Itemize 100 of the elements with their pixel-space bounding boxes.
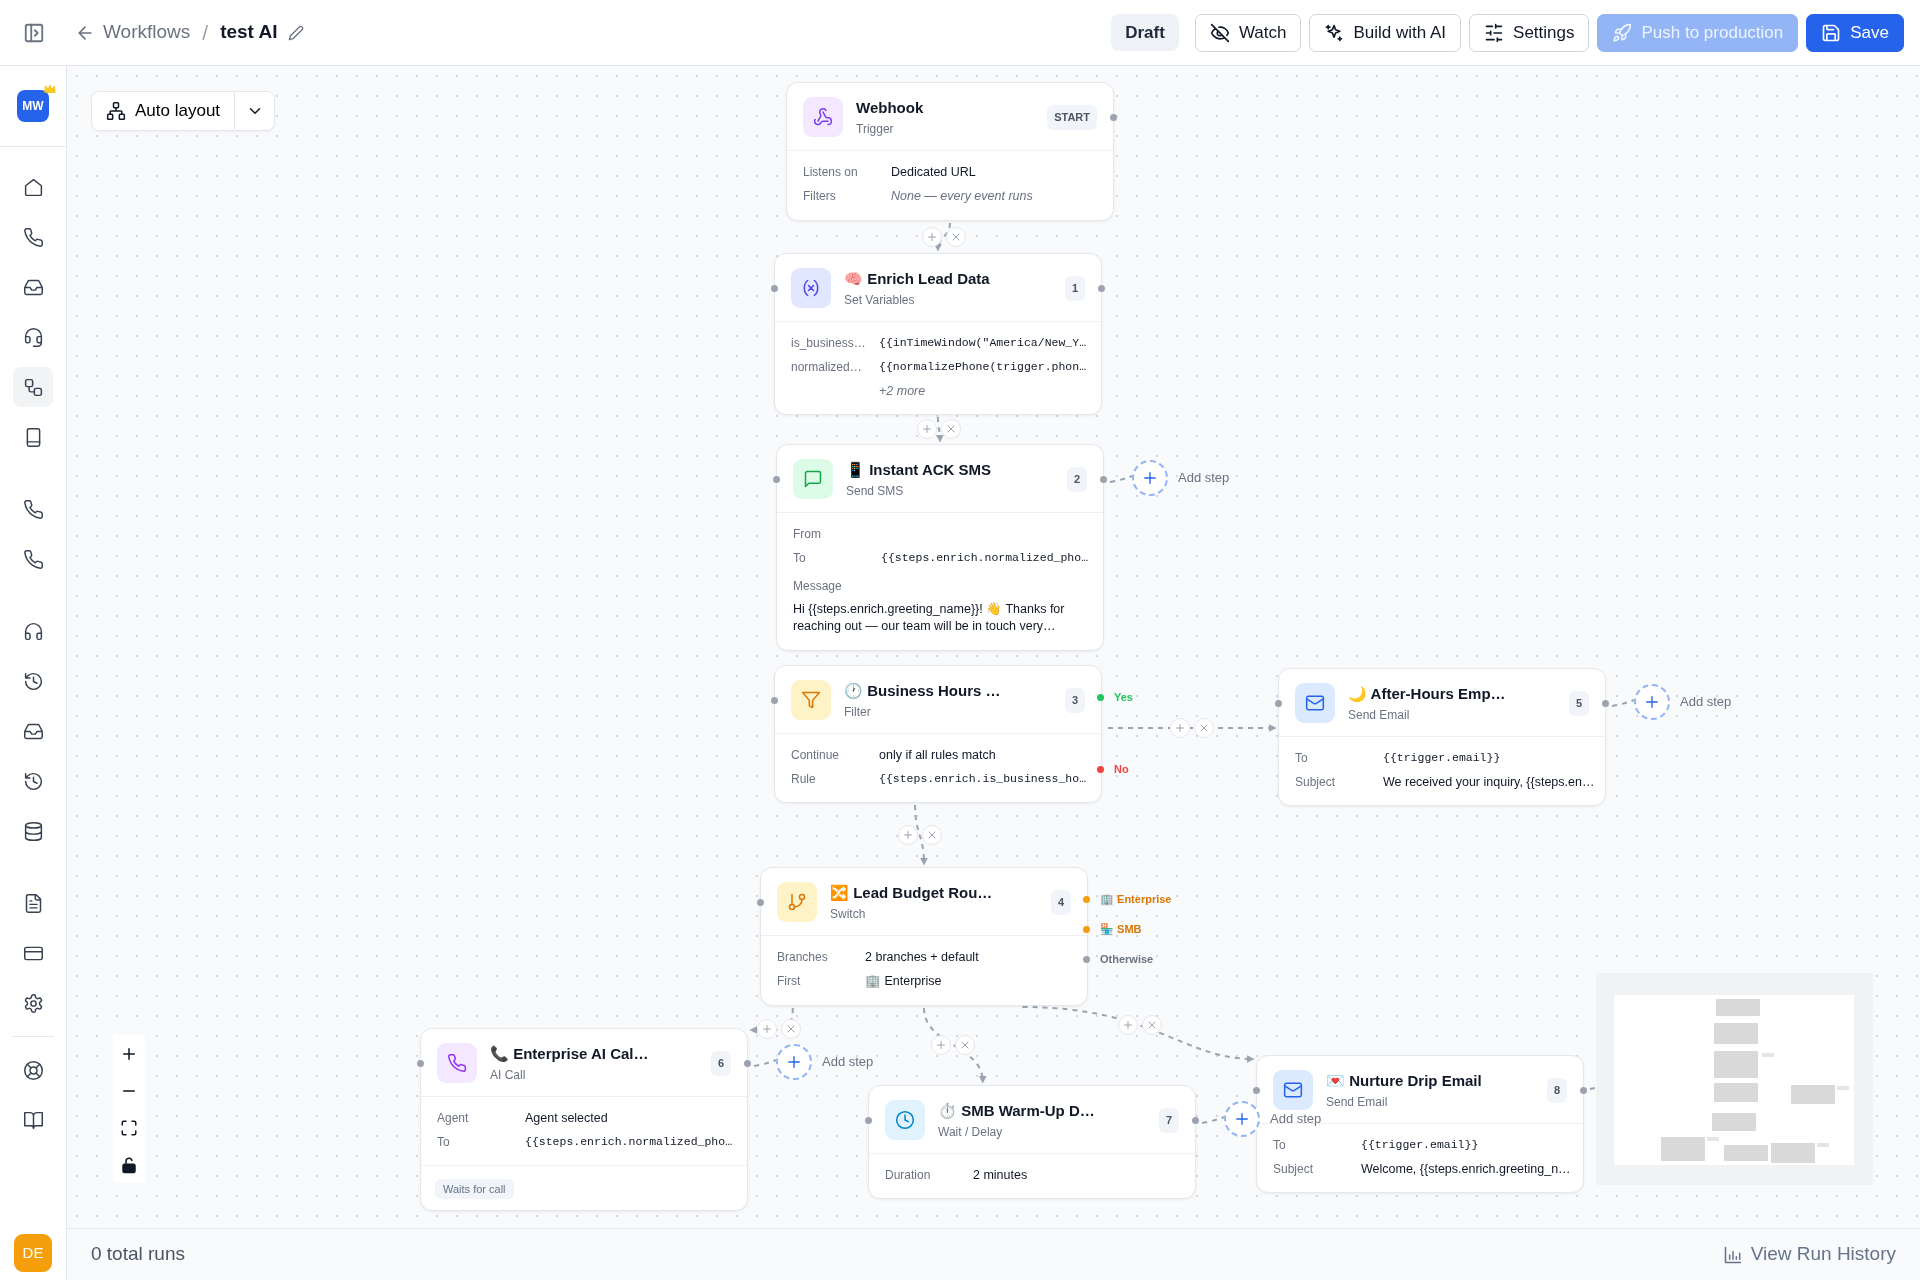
branch-icon xyxy=(777,882,817,923)
fullscreen-icon[interactable] xyxy=(120,1118,138,1137)
node-title: 🌙 After-Hours Emp… xyxy=(1348,684,1507,704)
connection-handle[interactable] xyxy=(1192,1117,1199,1124)
node-type-label: Wait / Delay xyxy=(938,1123,1004,1141)
connection-handle[interactable] xyxy=(1098,285,1105,292)
watch-button[interactable]: Watch xyxy=(1194,13,1302,52)
add-step-button[interactable]: Add step xyxy=(776,1044,874,1080)
connector-arrow[interactable] xyxy=(923,1007,986,1084)
plus-icon[interactable] xyxy=(1233,1110,1251,1128)
workflow-node-card[interactable]: ⏱ SMB Warm-Up D… Wait / Delay 7 Duration 2 minutes xyxy=(868,1085,1196,1200)
connection-handle[interactable] xyxy=(1253,1087,1260,1094)
add-step-button[interactable]: Add step xyxy=(1634,684,1732,720)
connection-handle[interactable] xyxy=(757,899,764,906)
clock-icon xyxy=(885,1100,925,1141)
node-title: 🕐 Business Hours … xyxy=(844,681,1002,701)
zoom-in-button[interactable] xyxy=(113,1035,145,1072)
workflow-node-card[interactable]: 🧠 Enrich Lead Data Set Variables 1 is_business… {{inTimeWindow("America/New_Y… normalized… {{normalizePhone(trigger.phon… +2 more xyxy=(774,253,1102,416)
connection-handle[interactable] xyxy=(1580,1087,1587,1094)
field-value: {{steps.enrich.normalized_pho… xyxy=(525,1134,733,1151)
add-step-button[interactable]: Add step xyxy=(1132,460,1230,496)
step-number: 6 xyxy=(710,1051,731,1076)
sidebar-toggle-icon[interactable] xyxy=(22,21,45,44)
field-label: Message xyxy=(793,577,843,595)
connector-arrow[interactable] xyxy=(914,804,928,866)
connection-handle[interactable] xyxy=(771,285,778,292)
step-number: 4 xyxy=(1050,890,1071,915)
minimap-drawing[interactable] xyxy=(1596,973,1873,1185)
total-runs-label: 0 total runs xyxy=(91,1242,185,1267)
output-handle[interactable] xyxy=(1097,765,1104,773)
connector-arrow[interactable] xyxy=(1021,1006,1255,1063)
field-value: 🏢 Enterprise xyxy=(865,973,943,991)
connector-line[interactable] xyxy=(1611,699,1635,707)
breadcrumb-separator: / xyxy=(202,19,209,46)
bar-chart-icon[interactable] xyxy=(1722,1244,1743,1265)
node-title: 📱 Instant ACK SMS xyxy=(846,460,993,480)
node-title: Webhook xyxy=(856,98,925,118)
workflow-node-card[interactable]: Webhook Trigger START Listens on Dedicated URL Filters None — every event runs xyxy=(786,82,1114,221)
node-type-label: Send Email xyxy=(1326,1093,1389,1111)
field-value: {{inTimeWindow("America/New_Y… xyxy=(879,334,1087,351)
eye-off-icon[interactable] xyxy=(1209,22,1230,43)
connection-handle[interactable] xyxy=(1100,476,1107,483)
field-value: {{steps.enrich.is_business_ho… xyxy=(879,771,1087,788)
field-label: Listens on xyxy=(803,163,859,181)
node-type-label: Trigger xyxy=(856,120,895,138)
connection-handle[interactable] xyxy=(865,1117,872,1124)
connector-line[interactable] xyxy=(1109,475,1133,483)
variable-icon xyxy=(791,268,831,309)
output-handle[interactable] xyxy=(1083,895,1090,903)
branch-label: 🏢 Enterprise xyxy=(1100,892,1172,907)
branch-label: 🏪 SMB xyxy=(1100,922,1142,937)
field-label: From xyxy=(793,525,822,543)
node-type-label: AI Call xyxy=(490,1066,527,1084)
connection-handle[interactable] xyxy=(773,476,780,483)
workflow-icon[interactable] xyxy=(13,367,53,407)
output-handle[interactable] xyxy=(1083,955,1090,963)
message-text: Hi {{steps.enrich.greeting_name}}! 👋 Thanks for reaching out — our team will be in touch very… xyxy=(793,600,1066,635)
pencil-icon[interactable] xyxy=(287,24,304,41)
output-handle[interactable] xyxy=(1083,925,1090,933)
connection-handle[interactable] xyxy=(417,1060,424,1067)
field-value: Agent selected xyxy=(525,1109,609,1127)
plus-icon[interactable] xyxy=(1643,693,1661,711)
step-number: 8 xyxy=(1546,1078,1567,1103)
connection-handle[interactable] xyxy=(1275,700,1282,707)
plus-icon[interactable] xyxy=(785,1053,803,1071)
workflow-node-card[interactable]: 🌙 After-Hours Emp… Send Email 5 To {{trigger.email}} Subject We received your inquiry, {{steps.en… xyxy=(1278,668,1606,807)
workflow-node-card[interactable]: 📱 Instant ACK SMS Send SMS 2 From To {{steps.enrich.normalized_pho… Message Hi {{steps.enrich.greeting_name}}! 👋 Thanks for reaching out — our team will be in touch very… xyxy=(776,444,1104,651)
field-label: To xyxy=(1273,1136,1287,1154)
sliders-icon[interactable] xyxy=(1484,22,1505,43)
back-link[interactable]: Workflows xyxy=(75,18,191,47)
field-label: Subject xyxy=(1273,1160,1315,1178)
settings-button[interactable]: Settings xyxy=(1469,13,1590,52)
branch-label: Otherwise xyxy=(1100,952,1154,967)
node-title: ⏱ SMB Warm-Up D… xyxy=(938,1101,1096,1121)
view-run-history-link[interactable]: View Run History xyxy=(1722,1240,1896,1269)
sparkles-icon[interactable] xyxy=(1324,22,1345,43)
connection-handle[interactable] xyxy=(1602,700,1609,707)
build-with-ai-button[interactable]: Build with AI xyxy=(1309,13,1462,52)
crown-icon xyxy=(43,82,57,96)
node-type-label: Switch xyxy=(830,905,867,923)
connection-handle[interactable] xyxy=(771,697,778,704)
connector-arrow[interactable] xyxy=(749,1007,794,1035)
connector-arrow[interactable] xyxy=(1107,724,1277,732)
connector-line[interactable] xyxy=(1201,1116,1225,1124)
field-value: {{trigger.email}} xyxy=(1383,749,1502,766)
save-button[interactable]: Save xyxy=(1806,13,1904,52)
connection-handle[interactable] xyxy=(744,1060,751,1067)
wait-status-tag: Waits for call xyxy=(435,1179,514,1200)
connector-arrow[interactable] xyxy=(934,222,951,252)
unlock-icon[interactable] xyxy=(120,1155,138,1174)
lock-button[interactable] xyxy=(113,1146,145,1183)
plus-icon[interactable] xyxy=(1141,469,1159,487)
output-handle[interactable] xyxy=(1097,693,1104,701)
hierarchy-icon[interactable] xyxy=(106,101,126,121)
workspace-avatar[interactable]: MW xyxy=(17,90,49,122)
connector-arrow[interactable] xyxy=(935,416,944,443)
workflow-node-card[interactable]: 📞 Enterprise AI Cal… AI Call 6 Agent Agent selected To {{steps.enrich.normalized_pho… Waits for call xyxy=(420,1028,748,1212)
node-title: 📞 Enterprise AI Cal… xyxy=(490,1044,650,1064)
connection-handle[interactable] xyxy=(1110,114,1117,121)
connector-line[interactable] xyxy=(753,1059,777,1067)
